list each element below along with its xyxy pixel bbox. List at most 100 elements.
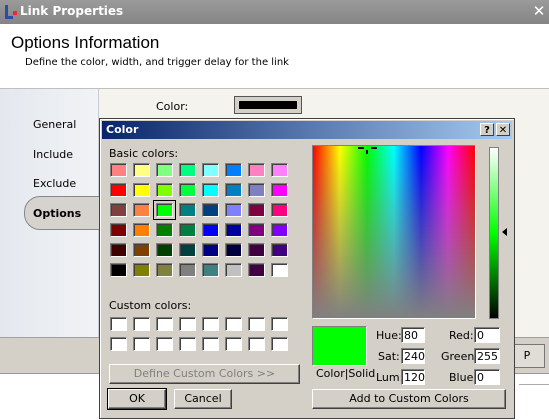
add-to-custom-colors-button[interactable]: Add to Custom Colors xyxy=(312,389,506,409)
custom-color-swatch[interactable] xyxy=(133,317,150,331)
basic-color-swatch[interactable] xyxy=(133,223,150,237)
color-swatch xyxy=(239,101,297,109)
basic-color-swatch[interactable] xyxy=(248,223,265,237)
blue-label: Blue: xyxy=(449,371,478,384)
custom-color-swatch[interactable] xyxy=(225,337,242,351)
custom-color-swatch[interactable] xyxy=(133,337,150,351)
custom-color-swatch[interactable] xyxy=(156,337,173,351)
basic-color-swatch[interactable] xyxy=(156,263,173,277)
basic-color-swatch[interactable] xyxy=(110,243,127,257)
basic-color-swatch[interactable] xyxy=(156,183,173,197)
basic-color-swatch[interactable] xyxy=(248,163,265,177)
basic-color-swatch[interactable] xyxy=(202,223,219,237)
green-input[interactable]: 255 xyxy=(474,348,500,364)
basic-colors-grid xyxy=(110,163,294,283)
basic-color-swatch[interactable] xyxy=(202,163,219,177)
red-label: Red: xyxy=(449,329,474,342)
app-icon xyxy=(5,5,17,19)
custom-color-swatch[interactable] xyxy=(248,337,265,351)
basic-colors-label: Basic colors: xyxy=(109,147,179,160)
basic-color-swatch[interactable] xyxy=(179,243,196,257)
cancel-button[interactable]: Cancel xyxy=(174,389,232,409)
color-picker-button[interactable] xyxy=(234,96,302,114)
basic-color-swatch[interactable] xyxy=(153,200,176,220)
custom-color-swatch[interactable] xyxy=(179,337,196,351)
basic-color-swatch[interactable] xyxy=(225,203,242,217)
basic-color-swatch[interactable] xyxy=(271,203,288,217)
basic-color-swatch[interactable] xyxy=(248,243,265,257)
basic-color-swatch[interactable] xyxy=(156,243,173,257)
basic-color-swatch[interactable] xyxy=(225,243,242,257)
custom-color-swatch[interactable] xyxy=(271,317,288,331)
nav-item-exclude[interactable]: Exclude xyxy=(33,177,76,190)
basic-color-swatch[interactable] xyxy=(110,203,127,217)
green-label: Green: xyxy=(441,350,479,363)
crosshair-icon[interactable] xyxy=(358,146,378,154)
basic-color-swatch[interactable] xyxy=(225,163,242,177)
hue-input[interactable]: 80 xyxy=(401,327,425,343)
page-subtitle: Define the color, width, and trigger del… xyxy=(25,57,289,68)
basic-color-swatch[interactable] xyxy=(179,263,196,277)
basic-color-swatch[interactable] xyxy=(202,263,219,277)
basic-color-swatch[interactable] xyxy=(271,163,288,177)
basic-color-swatch[interactable] xyxy=(225,263,242,277)
custom-color-swatch[interactable] xyxy=(271,337,288,351)
basic-color-swatch[interactable] xyxy=(271,183,288,197)
blue-input[interactable]: 0 xyxy=(474,369,500,385)
help-button[interactable]: ? xyxy=(480,123,494,136)
basic-color-swatch[interactable] xyxy=(179,223,196,237)
basic-color-swatch[interactable] xyxy=(248,183,265,197)
basic-color-swatch[interactable] xyxy=(133,263,150,277)
luminosity-arrow-icon[interactable] xyxy=(502,228,507,236)
custom-color-swatch[interactable] xyxy=(225,317,242,331)
ok-button[interactable]: OK xyxy=(107,388,167,410)
basic-color-swatch[interactable] xyxy=(133,163,150,177)
custom-color-swatch[interactable] xyxy=(110,317,127,331)
red-input[interactable]: 0 xyxy=(474,327,500,343)
nav-item-options-label: Options xyxy=(33,207,82,220)
color-dialog-title: Color xyxy=(106,123,139,136)
nav-item-include[interactable]: Include xyxy=(33,148,73,161)
basic-color-swatch[interactable] xyxy=(271,243,288,257)
basic-color-swatch[interactable] xyxy=(248,263,265,277)
basic-color-swatch[interactable] xyxy=(179,163,196,177)
basic-color-swatch[interactable] xyxy=(110,263,127,277)
basic-color-swatch[interactable] xyxy=(271,263,288,277)
lum-label: Lum: xyxy=(376,371,404,384)
basic-color-swatch[interactable] xyxy=(179,183,196,197)
window-close-button[interactable]: ✕ xyxy=(531,3,547,20)
basic-color-swatch[interactable] xyxy=(110,223,127,237)
basic-color-swatch[interactable] xyxy=(271,223,288,237)
basic-color-swatch[interactable] xyxy=(133,243,150,257)
color-label: Color: xyxy=(156,100,189,113)
custom-color-swatch[interactable] xyxy=(110,337,127,351)
basic-color-swatch[interactable] xyxy=(225,183,242,197)
sat-label: Sat: xyxy=(378,350,400,363)
basic-color-swatch[interactable] xyxy=(202,203,219,217)
nav-item-general[interactable]: General xyxy=(33,118,76,131)
basic-color-swatch[interactable] xyxy=(110,183,127,197)
basic-color-swatch[interactable] xyxy=(248,203,265,217)
lum-input[interactable]: 120 xyxy=(401,369,425,385)
custom-color-swatch[interactable] xyxy=(202,337,219,351)
custom-color-swatch[interactable] xyxy=(248,317,265,331)
custom-color-swatch[interactable] xyxy=(156,317,173,331)
basic-color-swatch[interactable] xyxy=(156,223,173,237)
color-dialog: Color ? ✕ Basic colors: Custom colors: D… xyxy=(99,118,515,419)
luminosity-slider[interactable] xyxy=(489,147,499,319)
basic-color-swatch[interactable] xyxy=(202,243,219,257)
basic-color-swatch[interactable] xyxy=(110,163,127,177)
color-spectrum[interactable] xyxy=(312,145,476,319)
basic-color-swatch[interactable] xyxy=(225,223,242,237)
custom-color-swatch[interactable] xyxy=(179,317,196,331)
sat-input[interactable]: 240 xyxy=(401,348,425,364)
basic-color-swatch[interactable] xyxy=(202,183,219,197)
close-button[interactable]: ✕ xyxy=(496,123,510,136)
define-custom-colors-button[interactable]: Define Custom Colors >> xyxy=(109,364,300,384)
basic-color-swatch[interactable] xyxy=(133,203,150,217)
page-title: Options Information xyxy=(11,33,160,52)
basic-color-swatch[interactable] xyxy=(156,163,173,177)
basic-color-swatch[interactable] xyxy=(133,183,150,197)
basic-color-swatch[interactable] xyxy=(179,203,196,217)
custom-color-swatch[interactable] xyxy=(202,317,219,331)
